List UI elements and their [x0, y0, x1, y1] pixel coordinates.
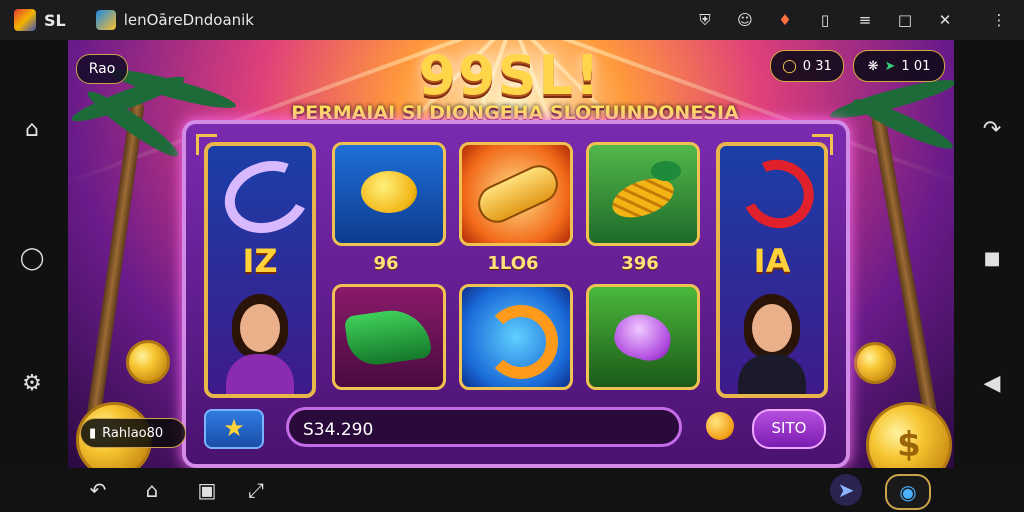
- coin-counter-value: 0 31: [802, 58, 832, 74]
- potion-symbol: [610, 308, 676, 366]
- recent-icon[interactable]: ▣: [191, 474, 223, 506]
- tab-title[interactable]: lenOāreDndoanik: [124, 11, 254, 29]
- leaf-bundle-symbol: [343, 305, 433, 369]
- app-name: SL: [44, 10, 66, 30]
- gold-coin-dollar: $: [866, 402, 952, 468]
- tab-favicon-icon: [95, 10, 116, 30]
- back-triangle-icon[interactable]: ◀: [976, 368, 1008, 400]
- frame-ornament: [196, 134, 217, 155]
- frame-ornament: [812, 134, 833, 155]
- spin-button[interactable]: SITO: [752, 409, 826, 449]
- tile-value: 396: [621, 253, 659, 274]
- app-logo-icon: [14, 9, 36, 31]
- red-swirl-symbol: [732, 149, 824, 239]
- coin-icon[interactable]: [706, 412, 734, 440]
- left-reel-label: IZ: [242, 242, 278, 280]
- network-counter-value: 1 01: [901, 58, 931, 74]
- wallet-icon: ▮: [89, 425, 97, 441]
- pin-icon[interactable]: ↷: [976, 114, 1008, 146]
- banana-tile[interactable]: [459, 142, 573, 246]
- potion-tile[interactable]: [586, 284, 700, 390]
- pineapple-tile[interactable]: [586, 142, 700, 246]
- face-icon[interactable]: ☺: [734, 11, 756, 29]
- leaf-symbol: [651, 161, 681, 181]
- sliders-icon[interactable]: ≡: [854, 11, 876, 29]
- game-title: 99SL!: [418, 44, 602, 107]
- swirl-tile[interactable]: [459, 284, 573, 390]
- circle-icon[interactable]: ◯: [16, 243, 48, 275]
- send-icon: ➤: [884, 58, 896, 74]
- home-icon[interactable]: ⌂: [136, 474, 168, 506]
- square-icon[interactable]: ■: [976, 243, 1008, 275]
- close-icon[interactable]: ✕: [934, 11, 956, 29]
- gold-coin: [854, 342, 896, 384]
- expand-icon[interactable]: ⤢: [240, 474, 272, 506]
- top-bar: SL lenOāreDndoanik ⛨ ☺ ♦ ▯ ≡ □ ✕ ⋮: [0, 0, 1024, 40]
- back-button[interactable]: Rao: [76, 54, 128, 84]
- bet-amount-field[interactable]: S34.290: [286, 407, 682, 447]
- more-icon[interactable]: ⋮: [988, 11, 1010, 29]
- gear-icon[interactable]: ⚙: [16, 368, 48, 400]
- home-icon[interactable]: ⌂: [16, 114, 48, 146]
- pin-icon[interactable]: ➤: [830, 474, 862, 506]
- bottom-nav-bar: ↶ ⌂ ▣ ⤢ ➤ ◉: [0, 468, 1024, 512]
- lemon-symbol: [361, 171, 417, 213]
- swirl-symbol: [214, 149, 312, 245]
- app-icon[interactable]: ◉: [885, 474, 931, 510]
- badge-icon[interactable]: ♦: [774, 11, 796, 29]
- favorite-button[interactable]: ★: [204, 409, 264, 449]
- right-reel-label: IA: [753, 242, 791, 280]
- coin-counter[interactable]: ◯ 0 31: [770, 50, 844, 82]
- tile-value: 96: [373, 253, 399, 274]
- right-rail: ↷ ■ ◀: [954, 40, 1024, 468]
- woman-portrait-left: [222, 294, 298, 394]
- balance-pill[interactable]: ▮ Rahlao80: [80, 418, 186, 448]
- lemon-tile[interactable]: [332, 142, 446, 246]
- orange-swirl-symbol: [484, 305, 558, 379]
- bluetooth-icon: ❋: [867, 58, 879, 74]
- phone-icon[interactable]: ▯: [814, 11, 836, 29]
- network-counter[interactable]: ❋ ➤ 1 01: [853, 50, 945, 82]
- back-icon[interactable]: ↶: [82, 474, 114, 506]
- woman-portrait-right: [734, 294, 810, 394]
- leaf-tile[interactable]: [332, 284, 446, 390]
- balance-label: Rahlao80: [102, 425, 164, 441]
- window-icon[interactable]: □: [894, 11, 916, 29]
- reel-left: IZ: [204, 142, 316, 398]
- timer-icon: ◯: [782, 58, 797, 74]
- tile-value: 1LO6: [487, 253, 539, 274]
- left-rail: ⌂ ◯ ⚙: [0, 40, 68, 468]
- shield-icon[interactable]: ⛨: [694, 11, 716, 29]
- gold-coin: [126, 340, 170, 384]
- banana-symbol: [471, 159, 565, 229]
- reel-right: IA: [716, 142, 828, 398]
